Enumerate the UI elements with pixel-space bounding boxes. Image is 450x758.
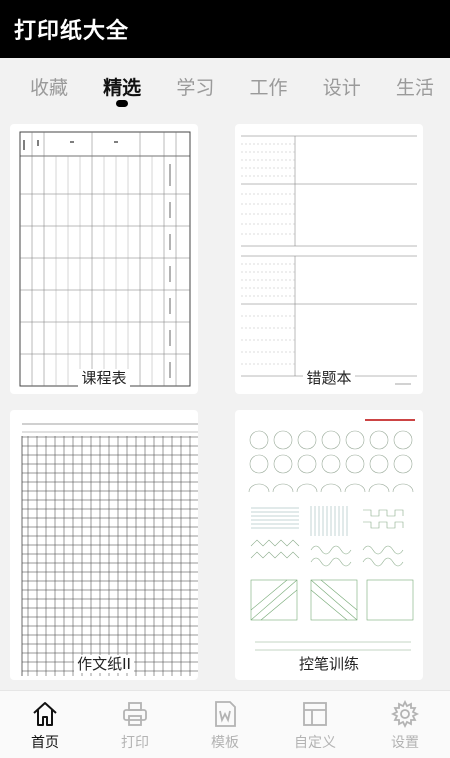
template-card-mistake-notebook[interactable]: 错题本 — [235, 124, 423, 394]
app-title: 打印纸大全 — [14, 19, 130, 44]
gear-icon — [390, 699, 420, 729]
template-grid: 课程表 错题本 作文纸II 控笔训练 — [0, 118, 450, 690]
home-icon — [33, 702, 57, 726]
nav-label: 打印 — [121, 735, 149, 751]
nav-custom[interactable]: 自定义 — [270, 691, 360, 758]
template-card-label: 作文纸II — [10, 653, 198, 674]
pen-control-thumbnail — [248, 419, 415, 651]
tab-label: 学习 — [176, 77, 215, 99]
template-card-label: 错题本 — [235, 367, 423, 388]
template-card-timetable[interactable]: 课程表 — [10, 124, 198, 394]
template-card-label: 控笔训练 — [235, 653, 423, 674]
nav-label: 自定义 — [294, 735, 336, 751]
nav-label: 设置 — [391, 735, 419, 751]
tab-work[interactable]: 工作 — [238, 58, 300, 118]
printer-icon — [123, 702, 147, 726]
composition-paper-thumbnail — [21, 423, 198, 676]
category-tabs: 收藏 精选 学习 工作 设计 生活 — [0, 58, 450, 118]
tab-label: 设计 — [322, 77, 361, 99]
active-tab-indicator — [116, 100, 129, 107]
tab-label: 工作 — [249, 77, 288, 99]
template-card-pen-control[interactable]: 控笔训练 — [235, 410, 423, 680]
bottom-nav: 首页 打印 模板 自定义 设置 — [0, 690, 450, 758]
mistake-notebook-thumbnail — [241, 135, 417, 385]
app-header: 打印纸大全 — [0, 0, 450, 58]
card-label-text: 作文纸II — [74, 655, 134, 673]
template-card-label: 课程表 — [10, 367, 198, 388]
nav-settings[interactable]: 设置 — [360, 691, 450, 758]
nav-print[interactable]: 打印 — [90, 691, 180, 758]
tab-study[interactable]: 学习 — [164, 58, 226, 118]
tab-label: 精选 — [103, 77, 142, 99]
nav-templates[interactable]: 模板 — [180, 691, 270, 758]
card-label-text: 错题本 — [303, 369, 355, 387]
nav-label: 首页 — [31, 735, 59, 751]
card-label-text: 课程表 — [78, 369, 130, 387]
tab-favorites[interactable]: 收藏 — [18, 58, 80, 118]
tab-life[interactable]: 生活 — [384, 58, 446, 118]
tab-label: 生活 — [395, 77, 434, 99]
tab-label: 收藏 — [29, 77, 68, 99]
app-root: 打印纸大全 收藏 精选 学习 工作 设计 生活 课程表 错题本 作文纸II 控笔… — [0, 0, 450, 758]
tab-featured[interactable]: 精选 — [91, 58, 153, 118]
layout-icon — [303, 702, 327, 726]
tab-design[interactable]: 设计 — [311, 58, 373, 118]
nav-label: 模板 — [211, 735, 239, 751]
template-card-composition-paper[interactable]: 作文纸II — [10, 410, 198, 680]
nav-home[interactable]: 首页 — [0, 691, 90, 758]
word-template-icon — [215, 701, 236, 727]
card-label-text: 控笔训练 — [295, 655, 362, 673]
timetable-thumbnail — [19, 131, 191, 387]
